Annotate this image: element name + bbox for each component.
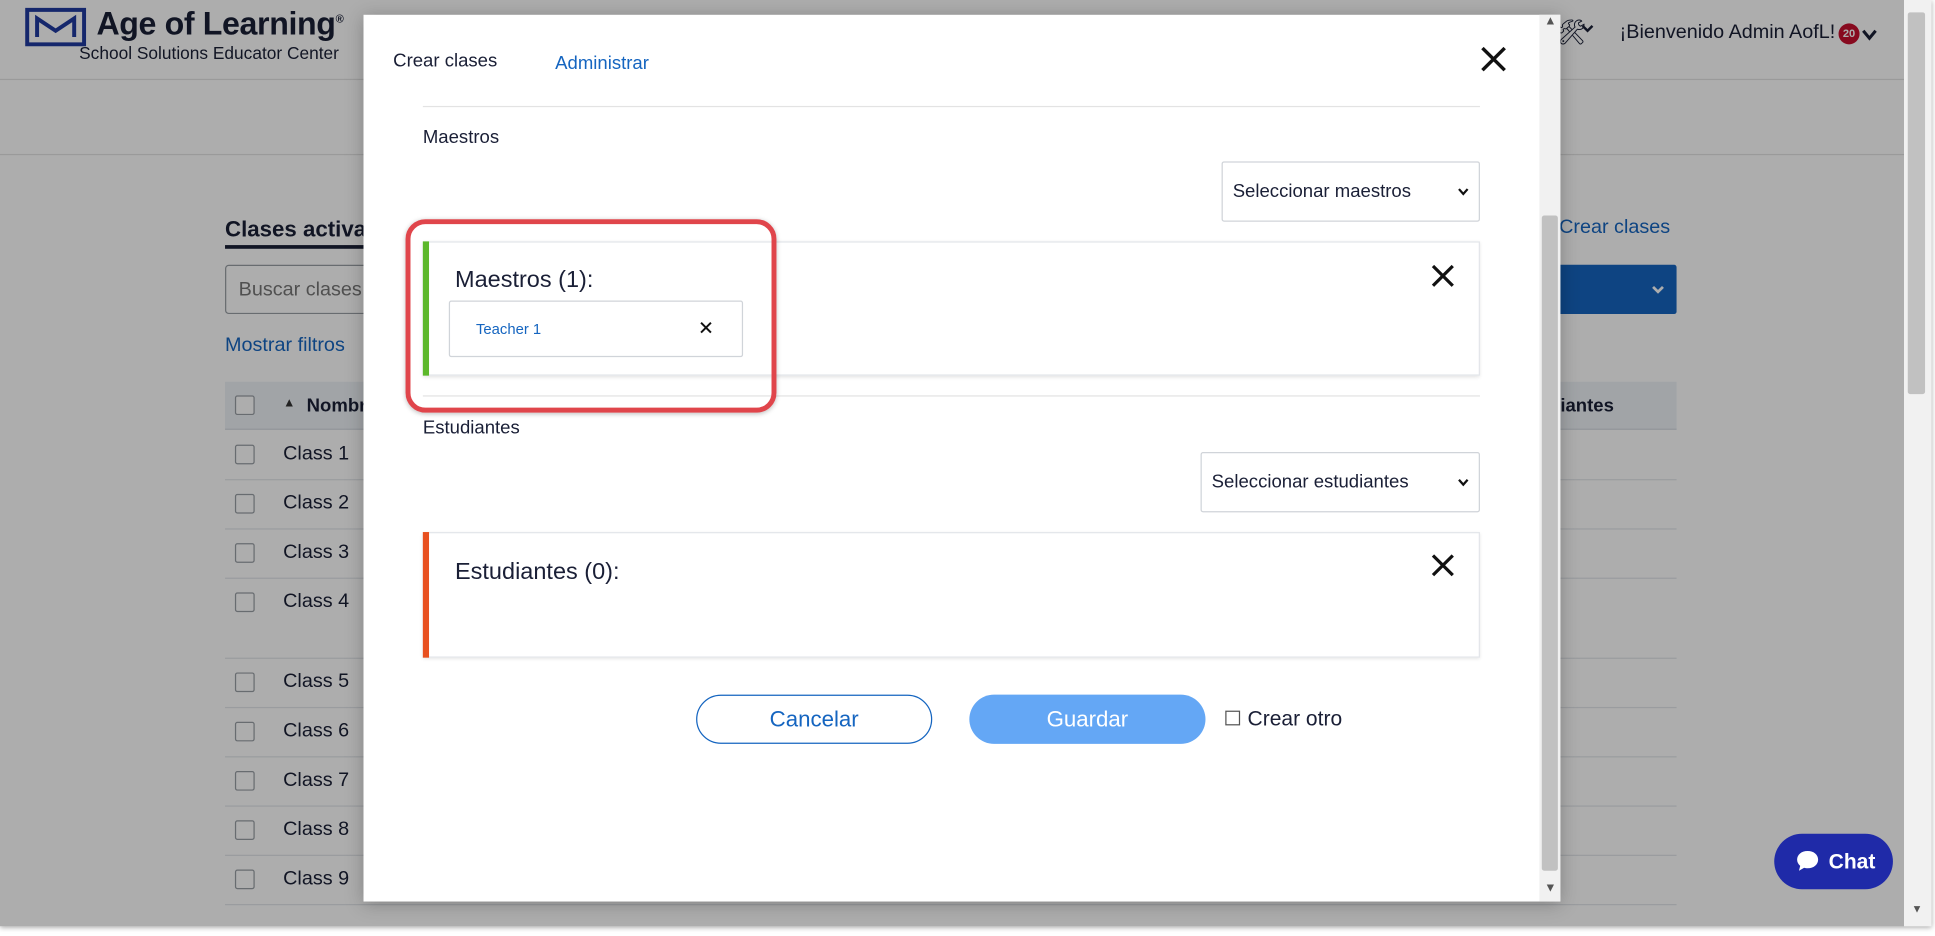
divider (422, 105, 1480, 108)
screenshot-stage: Age of Learning® School Solutions Educat… (0, 0, 1935, 936)
chat-label: Chat (1828, 849, 1876, 874)
page-scrollbar[interactable]: ▼︎ (1904, 0, 1932, 927)
select-students-label: Seleccionar estudiantes (1211, 471, 1409, 493)
scroll-down-arrow-icon[interactable]: ▼︎ (1911, 903, 1922, 915)
modal-scrollbar[interactable]: ▲︎ ▼︎ (1539, 14, 1561, 902)
chat-bubble-icon (1797, 851, 1819, 871)
students-panel-title: Estudiantes (0): (454, 559, 620, 586)
students-section-label: Estudiantes (422, 417, 520, 439)
close-icon[interactable] (1431, 264, 1456, 289)
close-icon[interactable] (1479, 44, 1509, 74)
scroll-down-arrow-icon[interactable]: ▼︎ (1544, 882, 1556, 896)
tab-create-classes[interactable]: Crear clases (393, 50, 497, 71)
page-scrollbar-thumb[interactable] (1907, 12, 1926, 395)
select-students-dropdown[interactable]: Seleccionar estudiantes (1200, 451, 1480, 513)
create-another-label: Crear otro (1247, 706, 1343, 731)
create-another-checkbox[interactable]: Crear otro (1225, 707, 1342, 732)
chevron-down-icon (1458, 478, 1469, 487)
create-classes-modal: Crear clases Administrar Maestros Selecc… (363, 14, 1561, 902)
tab-manage[interactable]: Administrar (555, 53, 649, 74)
select-teachers-dropdown[interactable]: Seleccionar maestros (1221, 161, 1480, 222)
save-button[interactable]: Guardar (969, 694, 1206, 744)
selected-students-panel: Estudiantes (0): (422, 532, 1480, 658)
checkbox-box[interactable] (1225, 710, 1241, 726)
annotation-highlight (405, 219, 777, 413)
cancel-button[interactable]: Cancelar (696, 694, 933, 744)
students-panel-accent-bar (422, 532, 430, 658)
scroll-up-arrow-icon[interactable]: ▲︎ (1544, 15, 1556, 29)
close-icon[interactable] (1431, 553, 1456, 578)
chat-button[interactable]: Chat (1774, 833, 1893, 890)
browser-window: Age of Learning® School Solutions Educat… (0, 0, 1932, 927)
teachers-section-label: Maestros (422, 126, 500, 148)
modal-scrollbar-thumb[interactable] (1541, 215, 1558, 871)
select-teachers-label: Seleccionar maestros (1232, 181, 1412, 202)
chevron-down-icon (1458, 188, 1469, 196)
